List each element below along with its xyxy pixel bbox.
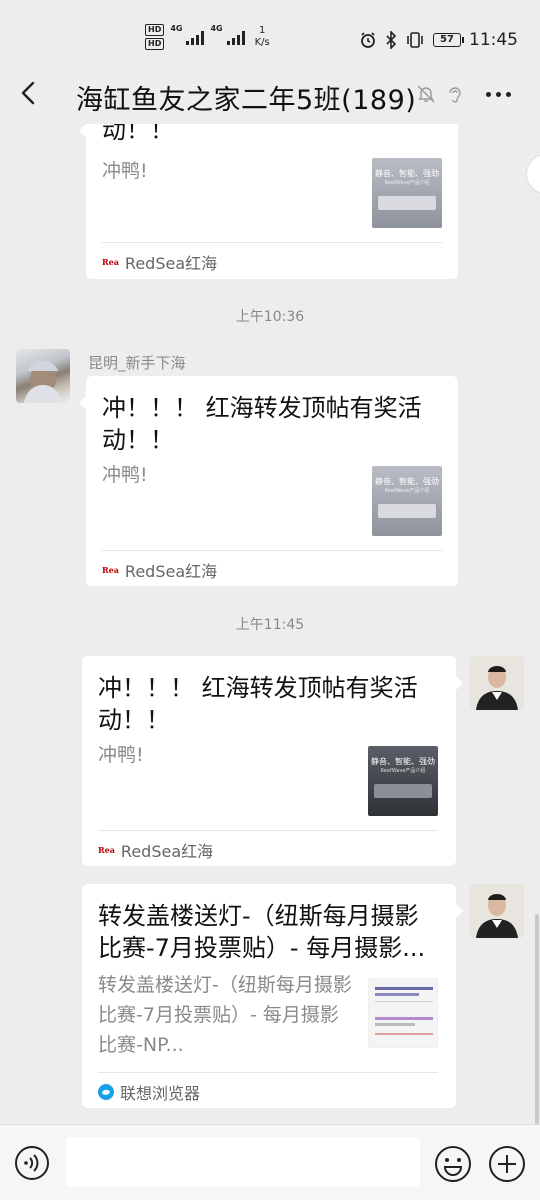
card-divider (98, 1072, 438, 1073)
card-source-name: 联想浏览器 (120, 1084, 201, 1103)
timestamp: 上午11:45 (235, 617, 305, 633)
message-input-bar (0, 1124, 540, 1200)
card-thumbnail: 静音、智能、强劲 ReefWave产品介绍 (368, 746, 438, 816)
card-divider (102, 550, 442, 551)
thumb-subline: ReefWave产品介绍 (380, 768, 426, 774)
redsea-logo-icon: Rea (102, 565, 119, 575)
card-title: 冲！！！ 红海转发顶帖有奖活动！！ (98, 674, 418, 734)
card-description: 冲鸭! (102, 160, 148, 182)
back-arrow-icon[interactable] (14, 78, 44, 108)
link-card[interactable]: 冲！！！ 红海转发顶帖有奖活动！！ 冲鸭! 静音、智能、强劲 ReefWave产… (82, 656, 463, 866)
card-source-name: RedSea红海 (124, 254, 218, 273)
card-source: Rea RedSea红海 (98, 838, 213, 862)
system-indicators: 57 11:45 (359, 30, 518, 50)
card-source-name: RedSea红海 (120, 842, 214, 861)
plus-icon[interactable] (488, 1145, 526, 1183)
card-source-name: RedSea红海 (124, 562, 218, 581)
chat-header: 海缸鱼友之家二年5班(189) (0, 62, 540, 124)
card-title: 动！！ (102, 124, 174, 144)
timestamp: 上午10:36 (235, 309, 305, 325)
status-time: 11:45 (469, 30, 518, 50)
more-options-icon[interactable] (486, 82, 516, 106)
card-thumbnail: 静音、智能、强劲 ReefWave产品介绍 (372, 466, 442, 536)
card-divider (98, 830, 438, 831)
status-bar: HD HD 4G 4G 1 K/s 57 11:45 (0, 0, 540, 62)
card-title: 转发盖楼送灯-（纽斯每月摄影比赛-7月投票贴）- 每月摄影... (98, 902, 426, 962)
speed-unit: K/s (254, 37, 270, 48)
network-type-2: 4G (210, 24, 223, 33)
battery-icon: 57 (433, 33, 464, 47)
floating-window-button[interactable] (526, 154, 540, 194)
hd-badge-1: HD (145, 24, 165, 36)
card-divider (102, 242, 442, 243)
thumb-subline: ReefWave产品介绍 (384, 180, 430, 186)
hd-badge-2: HD (145, 38, 165, 50)
card-title: 冲！！！ 红海转发顶帖有奖活动！！ (102, 394, 422, 454)
thumb-headline: 静音、智能、强劲 (375, 477, 439, 486)
vibrate-icon (407, 32, 423, 48)
thumb-headline: 静音、智能、强劲 (375, 169, 439, 178)
network-type-1: 4G (170, 24, 183, 33)
alarm-icon (361, 32, 375, 48)
avatar[interactable] (470, 656, 524, 710)
signal-bars-icon (226, 29, 245, 45)
card-thumbnail (368, 978, 438, 1048)
avatar[interactable] (16, 349, 70, 403)
mute-bell-icon (417, 85, 435, 103)
signal-bars-icon (186, 29, 205, 45)
card-description: 冲鸭! (98, 744, 144, 766)
redsea-logo-icon: Rea (102, 257, 119, 267)
chat-title: 海缸鱼友之家二年5班(189) (76, 85, 417, 116)
card-source: Rea RedSea红海 (102, 558, 217, 582)
card-source: Rea RedSea红海 (102, 250, 217, 274)
emoji-icon[interactable] (434, 1145, 472, 1183)
message-text-input[interactable] (66, 1137, 420, 1187)
chat-messages[interactable]: 动！！ 冲鸭! 静音、智能、强劲 ReefWave产品介绍 Rea RedSea… (0, 124, 540, 1124)
redsea-logo-icon: Rea (98, 845, 115, 855)
card-source: 联想浏览器 (98, 1080, 200, 1104)
avatar[interactable] (470, 884, 524, 938)
thumb-headline: 静音、智能、强劲 (371, 757, 435, 766)
hd-badges: HD HD (145, 24, 165, 50)
chat-scrollbar[interactable] (535, 914, 539, 1124)
link-card[interactable]: 动！！ 冲鸭! 静音、智能、强劲 ReefWave产品介绍 Rea RedSea… (79, 124, 458, 279)
earpiece-icon (449, 87, 461, 103)
lenovo-browser-icon (98, 1084, 114, 1100)
speed-value: 1 (259, 25, 266, 36)
bluetooth-icon (386, 31, 397, 49)
network-speed: 1 K/s (255, 25, 270, 49)
link-card[interactable]: 转发盖楼送灯-（纽斯每月摄影比赛-7月投票贴）- 每月摄影... 转发盖楼送灯-… (82, 884, 463, 1108)
sender-nickname: 昆明_新手下海 (88, 354, 186, 372)
card-description: 冲鸭! (102, 464, 148, 486)
voice-input-icon[interactable] (14, 1145, 50, 1181)
network-indicators: HD HD 4G 4G 1 K/s (145, 24, 270, 50)
card-description: 转发盖楼送灯-（纽斯每月摄影比赛-7月投票贴）- 每月摄影比赛-NP... (98, 974, 352, 1056)
link-card[interactable]: 冲！！！ 红海转发顶帖有奖活动！！ 冲鸭! 静音、智能、强劲 ReefWave产… (79, 376, 458, 586)
card-thumbnail: 静音、智能、强劲 ReefWave产品介绍 (372, 158, 442, 228)
thumb-subline: ReefWave产品介绍 (384, 488, 430, 494)
